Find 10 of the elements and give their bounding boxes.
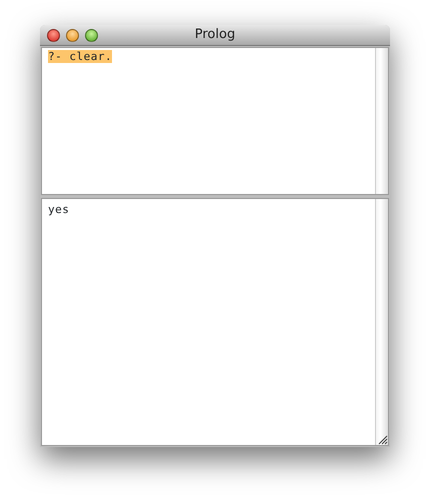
resize-grip-icon[interactable] <box>377 434 388 445</box>
window-title: Prolog <box>194 27 236 42</box>
zoom-button[interactable] <box>85 28 98 42</box>
query-pane[interactable]: ?- clear. <box>41 47 389 195</box>
scrollbar[interactable] <box>375 199 388 445</box>
minimize-button[interactable] <box>66 28 79 42</box>
output-text: yes <box>48 203 70 216</box>
query-text: ?- clear. <box>48 50 112 63</box>
scrollbar[interactable] <box>375 48 388 194</box>
close-button[interactable] <box>47 28 60 42</box>
